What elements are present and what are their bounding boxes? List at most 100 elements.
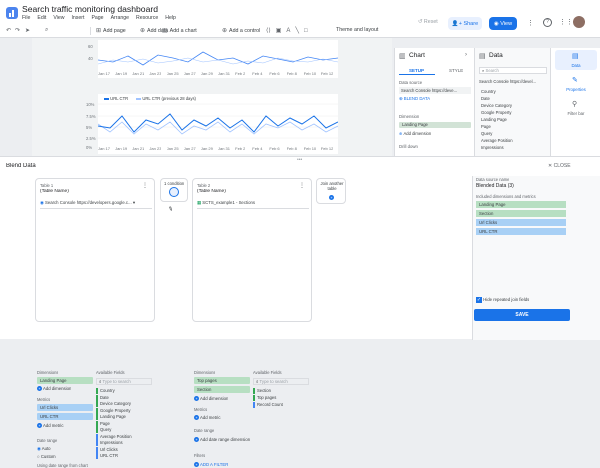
available-fields-search[interactable]: ⌕ Type to search: [96, 378, 152, 385]
add-metric-button[interactable]: + Add metric: [194, 415, 221, 420]
timeseries-chart-top[interactable]: 60 40 Jan 17 Jan 19 Jan 21 Jan 23 Jan 25 Jan …: [88, 40, 338, 78]
add-chart-button[interactable]: ▤ Add a chart: [162, 27, 197, 35]
data-field-item[interactable]: Landing Page: [481, 116, 549, 123]
available-field[interactable]: Query: [96, 427, 152, 433]
redo-icon[interactable]: ↷: [15, 27, 20, 34]
available-field[interactable]: Landing Page: [96, 414, 152, 420]
data-field-item[interactable]: Google Property: [481, 109, 549, 116]
table-1-dimension-chip[interactable]: Landing Page: [37, 377, 93, 384]
code-icon[interactable]: ⟨⟩: [266, 27, 271, 34]
add-page-button[interactable]: ⊞ Add page: [96, 27, 126, 35]
menu-page[interactable]: Page: [91, 15, 103, 21]
available-field[interactable]: Url Clicks: [96, 446, 152, 453]
hide-repeated-checkbox[interactable]: ✓ Hide repeated join fields: [476, 297, 529, 303]
join-configuration[interactable]: 1 condition: [160, 178, 188, 202]
menu-insert[interactable]: Insert: [71, 15, 84, 21]
add-dimension-button[interactable]: ⊕ Add dimension: [399, 131, 431, 136]
rail-data-tab[interactable]: ▤ Data: [555, 50, 597, 70]
collapse-icon[interactable]: ›: [465, 52, 467, 58]
available-field[interactable]: Country: [96, 388, 152, 394]
table-1-metric-chip[interactable]: Url Clicks: [37, 404, 93, 411]
included-field-chip[interactable]: Url Clicks: [476, 219, 566, 226]
data-field-item[interactable]: Device Category: [481, 102, 549, 109]
more-options-icon[interactable]: ⋮: [299, 182, 305, 189]
menu-file[interactable]: File: [22, 15, 30, 21]
close-button[interactable]: ✕ CLOSE: [548, 163, 571, 169]
add-filter-button[interactable]: + ADD A FILTER: [194, 462, 228, 467]
pointer-icon[interactable]: ➤: [25, 27, 30, 34]
view-button[interactable]: ◉ View: [489, 17, 517, 30]
table-2-source-selector[interactable]: ▦ SCTS_example1 - Sections: [197, 200, 309, 209]
date-custom-radio[interactable]: ○ Custom: [37, 454, 56, 459]
date-auto-radio[interactable]: ◉ Auto: [37, 446, 51, 452]
included-field-chip[interactable]: Section: [476, 210, 566, 217]
available-field[interactable]: Device Category: [96, 401, 152, 407]
available-field[interactable]: Section: [253, 388, 309, 394]
data-field-item[interactable]: Date: [481, 95, 549, 102]
add-metric-button[interactable]: + Add metric: [37, 423, 64, 428]
available-field[interactable]: Record Count: [253, 402, 309, 408]
available-field[interactable]: Average Position: [96, 433, 152, 440]
help-icon[interactable]: ?: [543, 18, 552, 27]
dimension-chip[interactable]: Landing Page: [399, 122, 471, 128]
timeseries-chart-ctr[interactable]: URL CTR URL CTR (previous 28 days) 10% 7…: [86, 94, 338, 154]
menu-help[interactable]: Help: [165, 15, 176, 21]
add-dimension-button[interactable]: + Add dimension: [37, 386, 71, 391]
blend-data-button[interactable]: ⊕ BLEND DATA: [399, 96, 430, 102]
line-icon[interactable]: ╲: [295, 27, 299, 34]
available-field[interactable]: URL CTR: [96, 453, 152, 459]
data-field-item[interactable]: Page: [481, 123, 549, 130]
table-2-dimension-chip[interactable]: Top pages: [194, 377, 250, 384]
add-control-button[interactable]: ⊕ Add a control: [222, 27, 260, 35]
menu-view[interactable]: View: [53, 15, 64, 21]
data-source-item[interactable]: Search Console https://devel...: [479, 79, 549, 84]
text-icon[interactable]: A: [286, 28, 290, 34]
table-2-dimension-chip[interactable]: Section: [194, 386, 250, 393]
table-name[interactable]: (Table Name): [197, 189, 226, 194]
available-field[interactable]: Date: [96, 394, 152, 401]
add-dimension-button[interactable]: + Add dimension: [194, 396, 228, 401]
rail-properties-tab[interactable]: ✎ Properties: [555, 74, 597, 94]
menu-resource[interactable]: Resource: [136, 15, 158, 21]
data-field-item[interactable]: Query: [481, 130, 549, 137]
undo-icon[interactable]: ↶: [6, 27, 11, 34]
rail-filter-bar-tab[interactable]: ⚲ Filter bar: [555, 98, 597, 118]
more-options-icon[interactable]: ⋮: [527, 19, 534, 27]
available-fields-search[interactable]: ⌕ Type to search: [253, 378, 309, 385]
reset-button[interactable]: ↺ Reset: [418, 19, 438, 25]
data-source-selector[interactable]: Search Console https://deve...: [399, 87, 471, 94]
add-date-range-button[interactable]: + Add date range dimension: [194, 437, 250, 442]
tab-setup[interactable]: SETUP: [409, 68, 424, 73]
available-field[interactable]: Google Property: [96, 407, 152, 414]
edit-join-icon[interactable]: ✎: [167, 205, 174, 213]
tab-style[interactable]: STYLE: [449, 68, 463, 73]
blended-source-name-input[interactable]: Blended Data (3): [476, 183, 514, 189]
y-tick-label: 7.5%: [86, 114, 96, 119]
included-field-chip[interactable]: URL CTR: [476, 228, 566, 235]
theme-layout-button[interactable]: Theme and layout: [336, 27, 378, 33]
menu-arrange[interactable]: Arrange: [111, 15, 129, 21]
menu-edit[interactable]: Edit: [37, 15, 46, 21]
zoom-icon[interactable]: ⌕: [45, 27, 48, 34]
available-field[interactable]: Top pages: [253, 395, 309, 401]
data-field-item[interactable]: Impressions: [481, 144, 549, 151]
resize-handle-icon[interactable]: •••: [297, 157, 302, 163]
report-title[interactable]: Search traffic monitoring dashboard: [22, 4, 158, 14]
shape-icon[interactable]: □: [304, 28, 308, 34]
table-name[interactable]: (Table Name): [40, 189, 69, 194]
avatar[interactable]: [573, 16, 585, 28]
apps-grid-icon[interactable]: ⋮⋮: [559, 18, 573, 26]
table-1-metric-chip[interactable]: URL CTR: [37, 413, 93, 420]
image-icon[interactable]: ▣: [276, 27, 282, 34]
data-field-item[interactable]: Country: [481, 88, 549, 95]
share-button[interactable]: 👤+ Share: [448, 17, 482, 30]
data-field-item[interactable]: Average Position: [481, 137, 549, 144]
join-another-table-button[interactable]: Join another table +: [316, 178, 346, 204]
available-field[interactable]: Page: [96, 420, 152, 427]
available-field[interactable]: Impressions: [96, 440, 152, 446]
save-button[interactable]: SAVE: [474, 309, 570, 321]
data-search-input[interactable]: ⌕ Search: [479, 67, 547, 74]
table-1-source-selector[interactable]: ◉ Search Console https://developers.goog…: [40, 200, 152, 209]
more-options-icon[interactable]: ⋮: [142, 182, 148, 189]
included-field-chip[interactable]: Landing Page: [476, 201, 566, 208]
